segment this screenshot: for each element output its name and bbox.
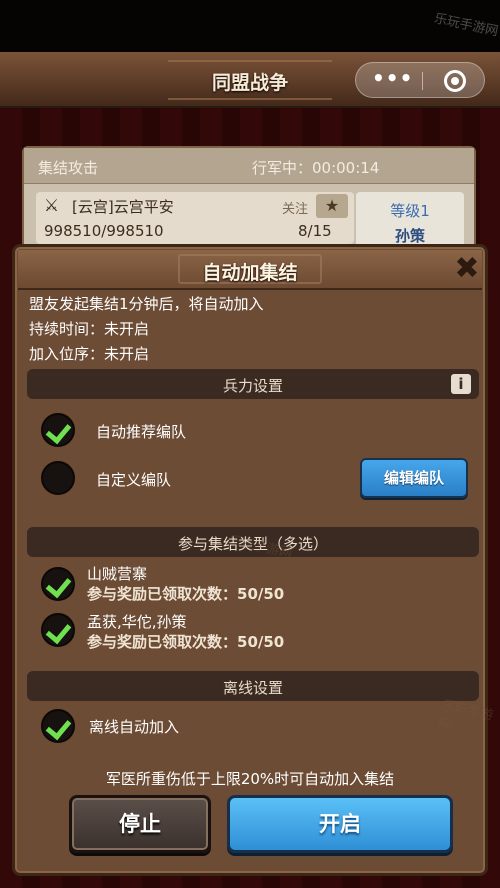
- info-icon[interactable]: i: [451, 374, 471, 394]
- duration-line: 持续时间：未开启: [29, 320, 150, 338]
- offline-join-label: 离线自动加入: [89, 718, 180, 736]
- boss-rally-checkbox[interactable]: [41, 613, 75, 647]
- rally-row[interactable]: ⚔ [云宫]云宫平安 关注 ★ 998510/998510 8/15: [36, 192, 354, 244]
- info-line: 盟友发起集结1分钟后，将自动加入: [29, 295, 264, 313]
- troop-power: 998510/998510: [44, 222, 164, 240]
- member-count: 8/15: [298, 222, 332, 240]
- dialog-header: 自动加集结 ✖: [18, 250, 482, 290]
- stop-button[interactable]: 停止: [69, 795, 211, 853]
- custom-formation-label: 自定义编队: [96, 471, 172, 489]
- rally-card-header: 集结攻击 行军中：00:00:14: [24, 148, 474, 184]
- miniprogram-capsule: •••: [355, 62, 485, 98]
- troop-section-header: 兵力设置 i: [27, 369, 479, 399]
- sword-icon: ⚔: [44, 196, 60, 216]
- boss-rally-reward-count: 参与奖励已领取次数：50/50: [87, 633, 285, 651]
- bandit-camp-reward-count: 参与奖励已领取次数：50/50: [87, 585, 285, 603]
- rally-card: 集结攻击 行军中：00:00:14 ⚔ [云宫]云宫平安 关注 ★ 998510…: [22, 146, 476, 256]
- close-x-icon[interactable]: ✖: [452, 252, 482, 286]
- auto-recommend-label: 自动推荐编队: [96, 423, 187, 441]
- status-bar-area: [0, 0, 500, 52]
- target-info[interactable]: 等级1 孙策: [356, 192, 464, 252]
- more-dots-icon[interactable]: •••: [372, 68, 412, 88]
- start-button[interactable]: 开启: [227, 795, 453, 853]
- star-icon[interactable]: ★: [316, 194, 348, 218]
- bandit-camp-checkbox[interactable]: [41, 567, 75, 601]
- edit-formation-button[interactable]: 编辑编队: [360, 458, 468, 498]
- section-title: 离线设置: [222, 679, 283, 697]
- march-status: 行军中：00:00:14: [252, 159, 380, 177]
- offline-section-header: 离线设置: [27, 671, 479, 701]
- footer-note: 军医所重伤低于上限20%时可自动加入集结: [105, 770, 395, 788]
- leader-name: [云宫]云宫平安: [72, 198, 174, 216]
- target-name: 孙策: [394, 227, 425, 245]
- join-order-line: 加入位序：未开启: [29, 345, 150, 363]
- bandit-camp-label: 山贼营寨: [87, 565, 148, 583]
- target-circle-icon[interactable]: [444, 70, 466, 92]
- tab-rally-attack[interactable]: 集结攻击: [38, 157, 98, 178]
- custom-formation-checkbox[interactable]: [41, 461, 75, 495]
- boss-rally-label: 孟获,华佗,孙策: [87, 613, 187, 631]
- capsule-divider: [422, 72, 423, 90]
- auto-recommend-checkbox[interactable]: [41, 413, 75, 447]
- section-title: 兵力设置: [222, 377, 283, 395]
- level-label: 等级1: [390, 202, 430, 220]
- follow-label: 关注: [282, 202, 309, 217]
- dialog-title: 自动加集结: [202, 262, 298, 284]
- auto-rally-dialog: 自动加集结 ✖ 盟友发起集结1分钟后，将自动加入 持续时间：未开启 加入位序：未…: [12, 244, 488, 876]
- offline-join-checkbox[interactable]: [41, 709, 75, 743]
